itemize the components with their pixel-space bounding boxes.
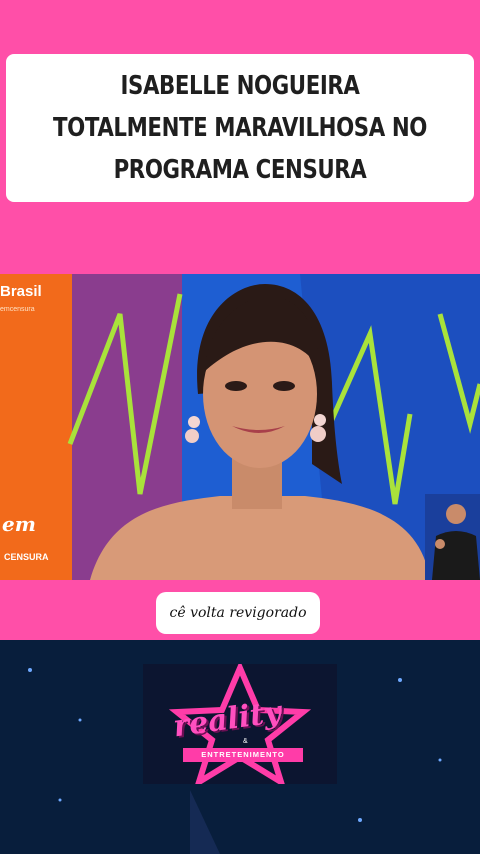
show-logo-sub: CENSURA xyxy=(4,552,49,562)
headline: ISABELLE NOGUEIRA TOTALMENTE MARAVILHOSA… xyxy=(53,71,427,185)
watermark-subtitle: ENTRETENIMENTO xyxy=(183,748,303,762)
watermark-amp: & xyxy=(243,738,248,745)
headline-card: ISABELLE NOGUEIRA TOTALMENTE MARAVILHOSA… xyxy=(6,54,474,202)
subtitle-pill: cê volta revigorado xyxy=(156,592,320,634)
channel-logo-sub: emcensura xyxy=(0,306,35,313)
show-logo: em xyxy=(2,512,36,536)
channel-logo: Brasil xyxy=(0,283,42,300)
video-still xyxy=(0,274,480,580)
subtitle-text: cê volta revigorado xyxy=(169,605,307,621)
video-frame[interactable]: Brasil emcensura em CENSURA xyxy=(0,274,480,580)
watermark-logo: reality & ENTRETENIMENTO xyxy=(143,660,337,789)
bottom-panel: reality & ENTRETENIMENTO xyxy=(0,640,480,854)
